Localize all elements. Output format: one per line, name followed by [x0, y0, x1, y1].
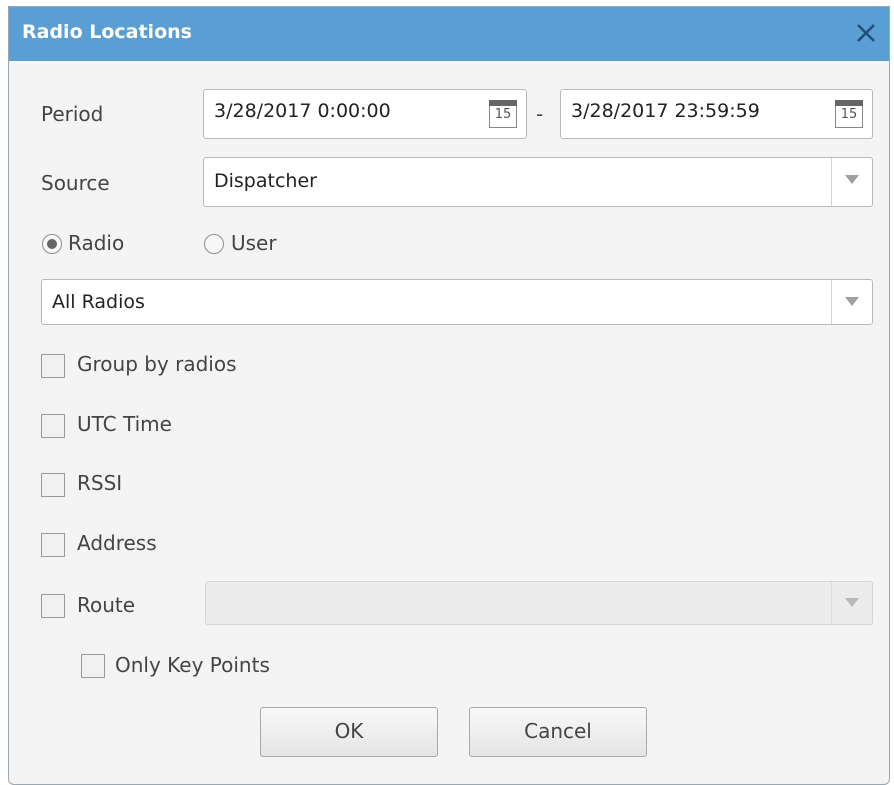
- chevron-down-icon[interactable]: [831, 582, 872, 624]
- calendar-icon[interactable]: 15: [489, 100, 517, 128]
- dialog-title: Radio Locations: [22, 21, 192, 43]
- radios-select[interactable]: All Radios: [41, 279, 873, 325]
- source-label: Source: [41, 171, 110, 195]
- chevron-down-icon[interactable]: [831, 158, 872, 206]
- period-label: Period: [41, 102, 104, 126]
- rssi-label: RSSI: [77, 471, 123, 495]
- address-checkbox[interactable]: [41, 533, 65, 557]
- chevron-down-icon[interactable]: [831, 280, 872, 324]
- only-key-points-checkbox[interactable]: [81, 654, 105, 678]
- ok-button[interactable]: OK: [260, 707, 438, 757]
- period-separator: -: [536, 102, 544, 126]
- utc-time-label: UTC Time: [77, 412, 172, 436]
- source-select[interactable]: Dispatcher: [203, 157, 873, 207]
- radios-select-value: All Radios: [52, 291, 145, 313]
- route-select[interactable]: [205, 581, 873, 625]
- route-label: Route: [77, 593, 136, 617]
- group-by-radios-checkbox[interactable]: [41, 354, 65, 378]
- calendar-day: 15: [494, 107, 512, 122]
- radio-option-user-label: User: [231, 231, 277, 255]
- title-bar: Radio Locations: [9, 7, 889, 61]
- cancel-button[interactable]: Cancel: [469, 707, 647, 757]
- period-to-field[interactable]: 3/28/2017 23:59:59 15: [560, 89, 873, 139]
- group-by-radios-label: Group by radios: [77, 352, 237, 376]
- address-label: Address: [77, 531, 157, 555]
- calendar-day: 15: [840, 107, 858, 122]
- close-icon[interactable]: [849, 16, 883, 50]
- period-to-value: 3/28/2017 23:59:59: [571, 100, 760, 122]
- radio-locations-dialog: Radio Locations Period 3/28/2017 0:00:00…: [8, 6, 890, 785]
- source-value: Dispatcher: [214, 170, 317, 192]
- only-key-points-label: Only Key Points: [115, 653, 270, 677]
- calendar-icon[interactable]: 15: [835, 100, 863, 128]
- radio-option-user[interactable]: [204, 234, 224, 254]
- utc-time-checkbox[interactable]: [41, 414, 65, 438]
- radio-option-radio[interactable]: [42, 234, 62, 254]
- radio-option-radio-label: Radio: [68, 231, 125, 255]
- period-from-field[interactable]: 3/28/2017 0:00:00 15: [203, 89, 527, 139]
- period-from-value: 3/28/2017 0:00:00: [214, 100, 391, 122]
- route-checkbox[interactable]: [41, 594, 65, 618]
- rssi-checkbox[interactable]: [41, 473, 65, 497]
